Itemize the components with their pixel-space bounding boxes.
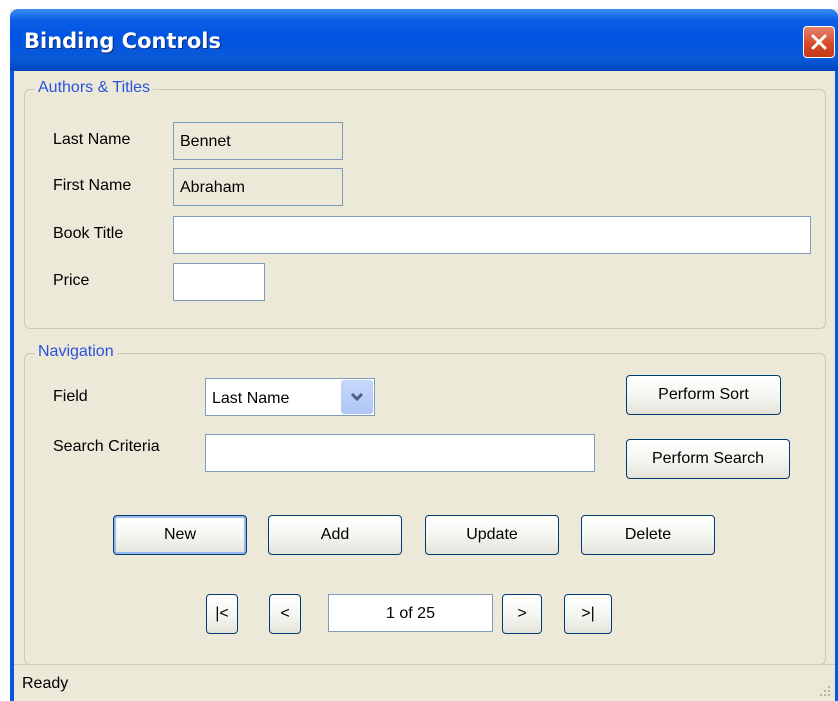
- last-name-field[interactable]: Bennet: [173, 122, 343, 160]
- close-button[interactable]: [803, 26, 835, 58]
- previous-record-button[interactable]: <: [269, 594, 301, 634]
- record-position-field[interactable]: 1 of 25: [328, 594, 493, 632]
- search-criteria-label: Search Criteria: [53, 438, 160, 455]
- authors-titles-legend: Authors & Titles: [35, 79, 154, 97]
- last-record-button[interactable]: >|: [564, 594, 612, 634]
- price-field[interactable]: [173, 263, 265, 301]
- last-name-label: Last Name: [53, 131, 131, 148]
- close-icon: [811, 34, 827, 50]
- chevron-down-icon: [350, 392, 364, 402]
- navigation-legend: Navigation: [35, 343, 117, 361]
- authors-titles-group: Authors & Titles: [24, 79, 826, 329]
- field-select-dropdown-button[interactable]: [341, 380, 373, 414]
- window: Binding Controls Authors & Titles Last N…: [10, 9, 838, 701]
- first-record-button[interactable]: |<: [206, 594, 238, 634]
- perform-search-button[interactable]: Perform Search: [626, 439, 790, 479]
- window-title: Binding Controls: [24, 29, 221, 53]
- next-record-button[interactable]: >: [502, 594, 542, 634]
- first-name-label: First Name: [53, 177, 132, 194]
- book-title-field[interactable]: [173, 216, 811, 254]
- title-bar[interactable]: Binding Controls: [10, 9, 838, 71]
- book-title-label: Book Title: [53, 225, 124, 242]
- perform-sort-button[interactable]: Perform Sort: [626, 375, 781, 415]
- field-select[interactable]: Last Name: [205, 378, 375, 416]
- window-left-border: [10, 71, 14, 701]
- new-button[interactable]: New: [113, 515, 247, 555]
- first-name-field[interactable]: Abraham: [173, 168, 343, 206]
- search-criteria-field[interactable]: [205, 434, 595, 472]
- status-bar: Ready: [14, 664, 835, 701]
- status-text: Ready: [22, 675, 69, 692]
- resize-grip-icon[interactable]: [817, 683, 831, 697]
- delete-button[interactable]: Delete: [581, 515, 715, 555]
- price-label: Price: [53, 272, 90, 289]
- update-button[interactable]: Update: [425, 515, 559, 555]
- field-select-value: Last Name: [212, 390, 290, 407]
- field-label: Field: [53, 388, 88, 405]
- add-button[interactable]: Add: [268, 515, 402, 555]
